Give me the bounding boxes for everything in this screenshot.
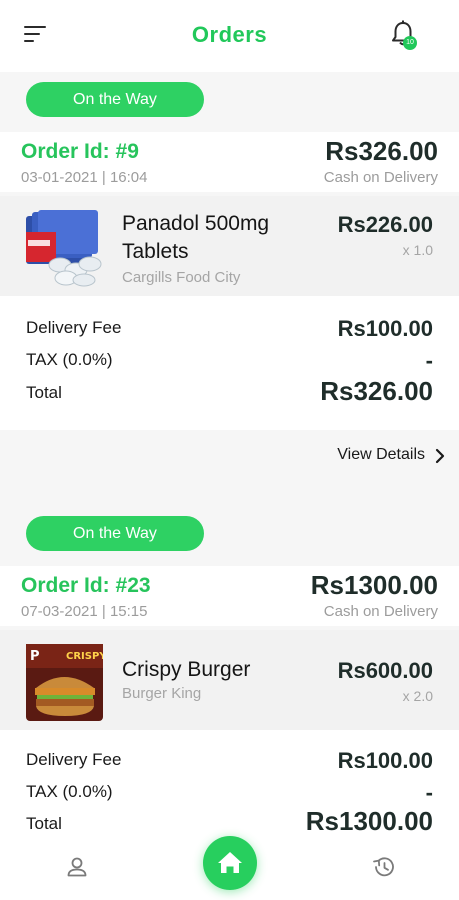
order-id: Order Id: #23: [21, 574, 151, 597]
item-name: Panadol 500mg Tablets: [122, 212, 270, 263]
tax-label: TAX (0.0%): [26, 782, 113, 801]
payment-method: Cash on Delivery: [323, 169, 438, 186]
user-icon: [67, 857, 87, 877]
delivery-fee-label: Delivery Fee: [26, 318, 122, 337]
notification-badge: 10: [403, 36, 417, 50]
delivery-fee-label: Delivery Fee: [26, 750, 122, 769]
order-amount: Rs1300.00: [310, 570, 438, 600]
order-amount: Rs326.00: [325, 136, 438, 166]
total-label: Total: [26, 383, 62, 402]
delivery-fee-value: Rs100.00: [337, 748, 433, 773]
item-name: Crispy Burger: [122, 658, 251, 681]
item-quantity: x 2.0: [402, 688, 433, 704]
order-item[interactable]: Panadol 500mg Tablets Cargills Food City…: [0, 196, 459, 296]
order-item[interactable]: CRISPY P Crispy Burger Burger King Rs600…: [0, 630, 459, 730]
panadol-product-image: [26, 210, 102, 287]
burger-image-label: CRISPY: [66, 651, 103, 662]
item-store: Cargills Food City: [122, 269, 241, 286]
history-nav-button[interactable]: [370, 853, 398, 881]
order-header: Order Id: #23 07-03-2021 | 15:15 Rs1300.…: [0, 566, 459, 626]
payment-method: Cash on Delivery: [323, 603, 438, 620]
tax-value: -: [425, 780, 433, 805]
profile-nav-button[interactable]: [64, 854, 90, 880]
app-header: Orders 10: [0, 0, 459, 72]
order-status-badge: On the Way: [26, 516, 204, 551]
notifications-button[interactable]: 10: [388, 18, 422, 52]
order-id: Order Id: #9: [21, 140, 139, 163]
svg-text:P: P: [30, 649, 40, 664]
item-price: Rs226.00: [337, 212, 433, 237]
order-header: Order Id: #9 03-01-2021 | 16:04 Rs326.00…: [0, 132, 459, 192]
order-date: 03-01-2021 | 16:04: [21, 169, 148, 186]
delivery-fee-value: Rs100.00: [337, 316, 433, 341]
view-details-label: View Details: [337, 446, 425, 463]
view-details-row: View Details: [0, 430, 459, 480]
order-date: 07-03-2021 | 15:15: [21, 603, 148, 620]
home-nav-button[interactable]: [203, 836, 257, 890]
item-price: Rs600.00: [337, 658, 433, 683]
item-store: Burger King: [122, 685, 202, 702]
order-status-badge: On the Way: [26, 82, 204, 117]
crispy-burger-product-image: CRISPY P: [26, 644, 103, 721]
total-label: Total: [26, 814, 62, 833]
order-summary: Delivery Fee Rs100.00 TAX (0.0%) - Total…: [0, 296, 459, 430]
chevron-right-icon: [435, 448, 445, 464]
tax-label: TAX (0.0%): [26, 350, 113, 369]
total-value: Rs326.00: [320, 376, 433, 406]
view-details-button[interactable]: View Details: [337, 446, 445, 464]
item-quantity: x 1.0: [402, 242, 433, 258]
tax-value: -: [425, 348, 433, 373]
home-icon: [218, 852, 242, 873]
history-icon: [373, 857, 394, 877]
order-summary: Delivery Fee Rs100.00 TAX (0.0%) - Total…: [0, 730, 459, 836]
